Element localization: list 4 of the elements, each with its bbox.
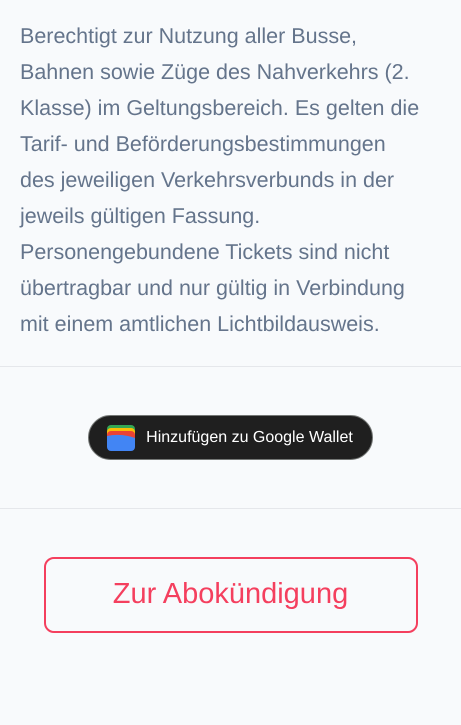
google-wallet-button[interactable]: Hinzufügen zu Google Wallet [88,415,373,460]
terms-text: Berechtigt zur Nutzung aller Busse, Bahnen sowie Züge des Nahverkehrs (2. Klasse) im Geltungsbereich. Es gelten die Tarif- und Beförderungsbestimmungen des jeweiligen Verkehrsverbunds in der jeweils gültigen Fassung. Personengebundene Tickets sind nicht übertragbar und nur gültig in Verbindung mit einem amtlichen Lichtbildausweis. [18,23,420,338]
wallet-icon [107,424,136,450]
cancel-subscription-button[interactable]: Zur Abokündigung [44,557,418,633]
